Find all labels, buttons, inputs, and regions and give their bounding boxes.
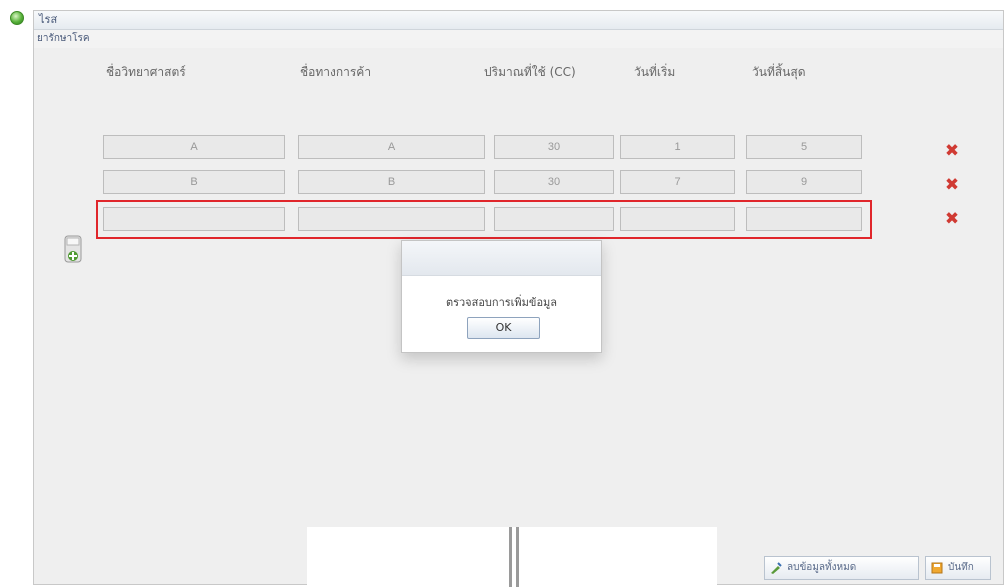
- divider: [509, 527, 512, 587]
- end-date-field[interactable]: [746, 135, 862, 159]
- trade-name-field[interactable]: [298, 170, 485, 194]
- delete-row-icon[interactable]: ✖: [943, 142, 961, 160]
- clear-all-button[interactable]: ลบข้อมูลทั้งหมด: [764, 556, 919, 580]
- header-scientific-name: ชื่อวิทยาศาสตร์: [106, 65, 186, 79]
- trade-name-field[interactable]: [298, 135, 485, 159]
- start-date-field[interactable]: [620, 170, 735, 194]
- ok-button[interactable]: OK: [467, 317, 540, 339]
- section-title: ยารักษาโรค: [37, 33, 90, 44]
- end-date-field[interactable]: [746, 170, 862, 194]
- alert-dialog: ตรวจสอบการเพิ่มข้อมูล OK: [401, 240, 602, 353]
- dialog-titlebar: [402, 241, 601, 276]
- header-trade-name: ชื่อทางการค้า: [300, 65, 372, 79]
- validation-highlight: [96, 200, 872, 239]
- dosage-field[interactable]: [494, 135, 614, 159]
- dosage-field[interactable]: [494, 170, 614, 194]
- delete-row-icon[interactable]: ✖: [943, 176, 961, 194]
- header-end-date: วันที่สิ้นสุด: [752, 65, 806, 79]
- scientific-name-field[interactable]: [103, 170, 285, 194]
- app-status-icon: [10, 11, 24, 25]
- save-button[interactable]: บันทึก: [925, 556, 991, 580]
- clear-all-label: ลบข้อมูลทั้งหมด: [787, 562, 857, 573]
- scientific-name-field[interactable]: [103, 135, 285, 159]
- divider: [516, 527, 519, 587]
- window-title: ไรส: [39, 13, 58, 26]
- start-date-field[interactable]: [620, 135, 735, 159]
- header-start-date: วันที่เริ่ม: [634, 65, 676, 79]
- header-dosage: ปริมาณที่ใช้ (CC): [484, 65, 576, 79]
- section-header: ยารักษาโรค: [34, 30, 1003, 49]
- window-titlebar: ไรส: [34, 11, 1003, 30]
- dialog-message: ตรวจสอบการเพิ่มข้อมูล: [445, 296, 558, 309]
- bottom-blank-area: [307, 527, 717, 587]
- add-row-icon[interactable]: [62, 235, 84, 265]
- save-label: บันทึก: [948, 562, 974, 573]
- clear-icon: [771, 562, 782, 574]
- save-icon: [931, 562, 943, 574]
- delete-row-icon[interactable]: ✖: [943, 210, 961, 228]
